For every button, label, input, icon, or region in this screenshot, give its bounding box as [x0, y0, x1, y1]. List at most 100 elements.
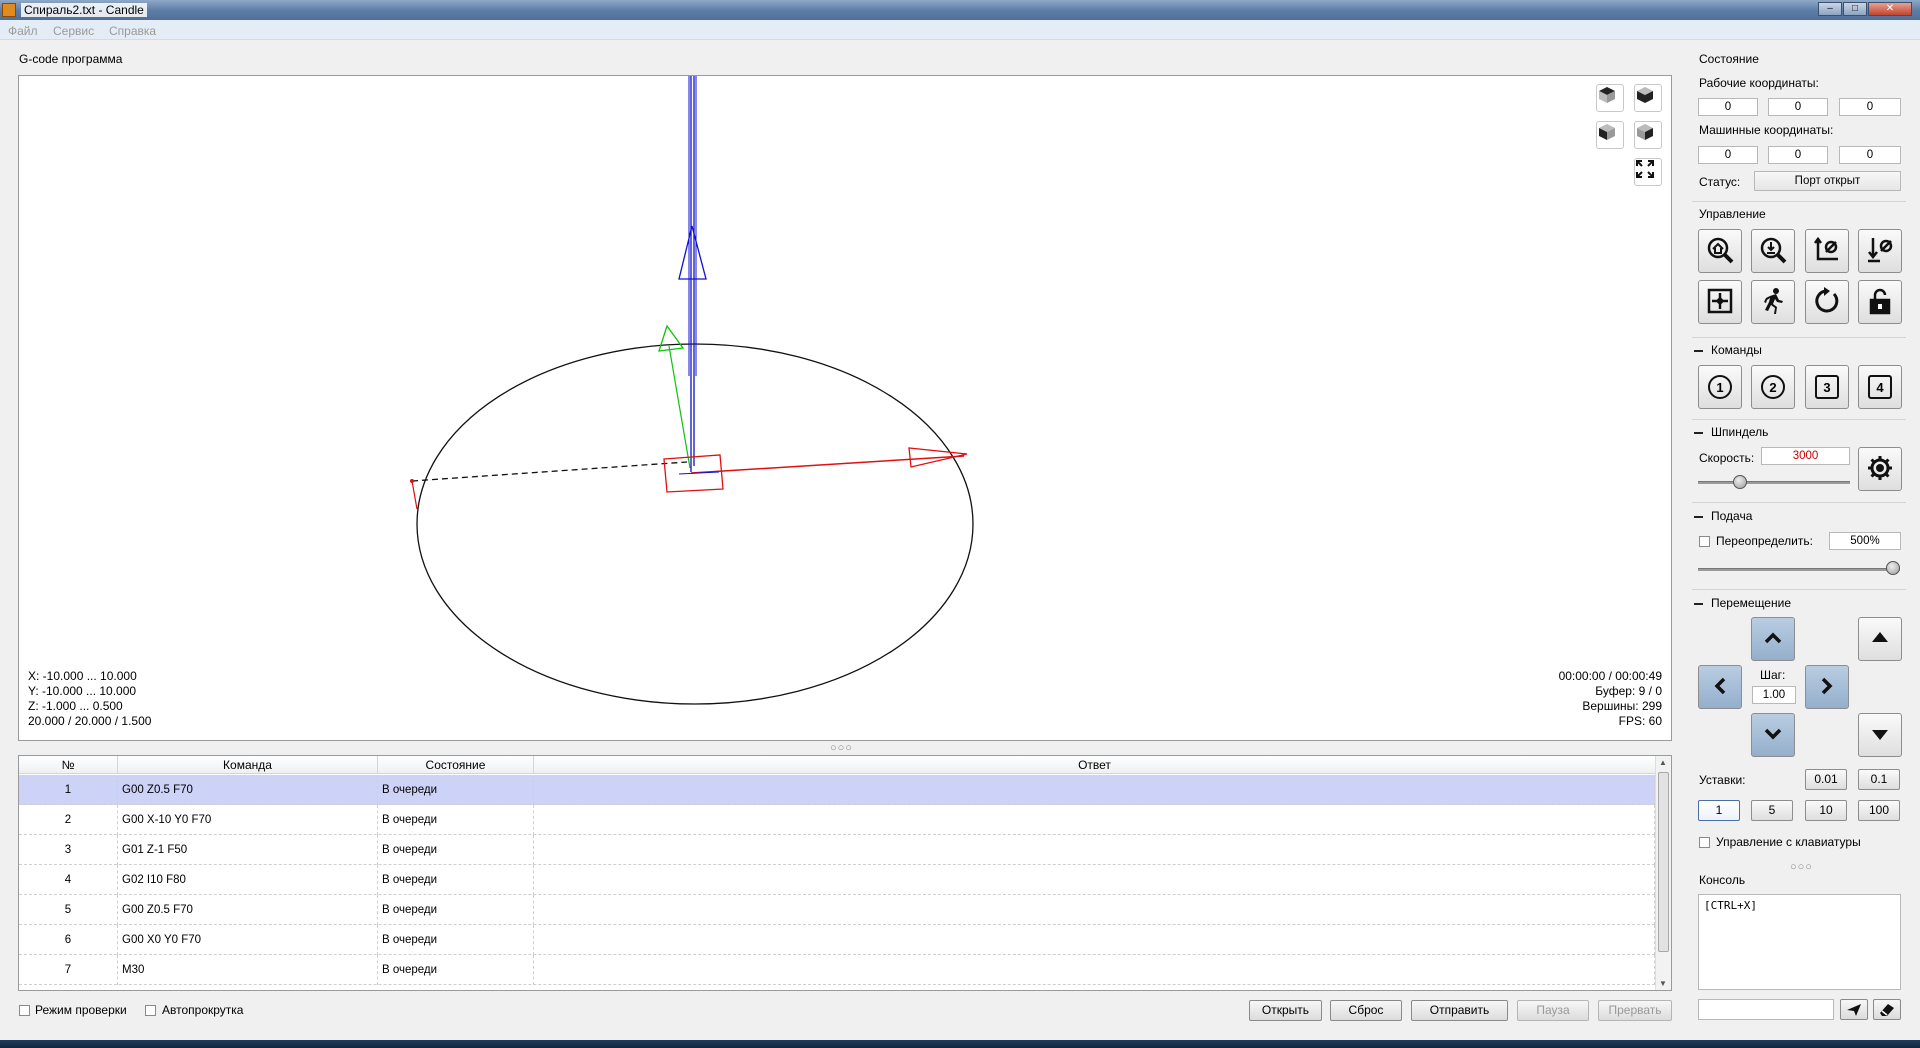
command-3-button[interactable]: 3	[1805, 365, 1849, 409]
taskbar	[0, 1040, 1920, 1048]
separator	[1692, 502, 1906, 503]
cell-command: G00 X0 Y0 F70	[118, 925, 378, 955]
keyboard-control-checkbox[interactable]	[1699, 837, 1710, 848]
scroll-up-icon[interactable]: ▲	[1659, 758, 1667, 767]
feed-slider-track[interactable]	[1698, 568, 1900, 571]
view-front-button[interactable]	[1634, 84, 1662, 112]
cell-response	[534, 925, 1655, 955]
view-iso-button[interactable]	[1634, 121, 1662, 149]
feed-slider-knob[interactable]	[1886, 561, 1900, 575]
reset-button[interactable]: Сброс	[1330, 1000, 1402, 1021]
chevron-down-icon	[1763, 724, 1783, 747]
restore-origin-button[interactable]	[1698, 280, 1742, 324]
table-row[interactable]: 4 G02 I10 F80 В очереди	[19, 865, 1655, 895]
zero-z-button[interactable]	[1858, 229, 1902, 273]
cell-num: 2	[19, 805, 118, 835]
bounds-z: Z: -1.000 ... 0.500	[28, 699, 123, 713]
scroll-thumb[interactable]	[1658, 772, 1669, 952]
abort-button[interactable]: Прервать	[1598, 1000, 1672, 1021]
command-2-button[interactable]: 2	[1751, 365, 1795, 409]
start-point	[410, 479, 414, 483]
cell-num: 5	[19, 895, 118, 925]
collapse-icon[interactable]	[1694, 603, 1703, 605]
console-output[interactable]: [CTRL+X]	[1698, 894, 1901, 990]
menu-service[interactable]: Сервис	[53, 24, 94, 38]
gcode-table[interactable]: № Команда Состояние Ответ 1 G00 Z0.5 F70 В…	[18, 755, 1672, 991]
feed-override-input[interactable]: 500%	[1829, 532, 1901, 550]
spindle-speed-input[interactable]: 3000	[1761, 447, 1850, 465]
preset-1-button[interactable]: 1	[1698, 800, 1740, 821]
jog-z-plus-button[interactable]	[1858, 617, 1902, 661]
table-row[interactable]: 5 G00 Z0.5 F70 В очереди	[19, 895, 1655, 925]
fit-view-button[interactable]	[1634, 158, 1662, 186]
autoscroll-checkbox[interactable]	[145, 1005, 156, 1016]
command-4-button[interactable]: 4	[1858, 365, 1902, 409]
check-mode-checkbox[interactable]	[19, 1005, 30, 1016]
table-row[interactable]: 1 G00 Z0.5 F70 В очереди	[19, 775, 1655, 805]
table-row[interactable]: 6 G00 X0 Y0 F70 В очереди	[19, 925, 1655, 955]
view-top-button[interactable]	[1596, 84, 1624, 112]
vertices-info: Вершины: 299	[1582, 699, 1662, 713]
spindle-slider-track[interactable]	[1698, 481, 1850, 484]
jog-z-minus-button[interactable]	[1858, 713, 1902, 757]
header-response[interactable]: Ответ	[534, 756, 1655, 774]
table-row[interactable]: 2 G00 X-10 Y0 F70 В очереди	[19, 805, 1655, 835]
spindle-toggle-button[interactable]	[1858, 447, 1902, 491]
home-button[interactable]	[1698, 229, 1742, 273]
scroll-down-icon[interactable]: ▼	[1659, 979, 1667, 988]
y-axis-arrow	[658, 324, 685, 352]
cell-command: G02 I10 F80	[118, 865, 378, 895]
collapse-icon[interactable]	[1694, 432, 1703, 434]
spindle-slider-knob[interactable]	[1732, 475, 1747, 489]
pause-button[interactable]: Пауза	[1517, 1000, 1589, 1021]
preset-0-01-button[interactable]: 0.01	[1805, 769, 1847, 790]
feed-override-label: Переопределить:	[1716, 534, 1813, 548]
preset-5-button[interactable]: 5	[1751, 800, 1793, 821]
console-clear-button[interactable]	[1873, 999, 1901, 1020]
header-state[interactable]: Состояние	[378, 756, 534, 774]
feed-override-checkbox[interactable]	[1699, 536, 1710, 547]
collapse-icon[interactable]	[1694, 516, 1703, 518]
open-button[interactable]: Открыть	[1249, 1000, 1322, 1021]
header-command[interactable]: Команда	[118, 756, 378, 774]
maximize-button[interactable]: □	[1843, 2, 1867, 16]
command-1-button[interactable]: 1	[1698, 365, 1742, 409]
gcode-3d-viewport[interactable]: X: -10.000 ... 10.000 Y: -10.000 ... 10.…	[18, 75, 1672, 741]
panel-splitter-handle[interactable]: ○○○	[1790, 861, 1813, 873]
preset-100-button[interactable]: 100	[1858, 800, 1900, 821]
spindle-title: Шпиндель	[1711, 425, 1769, 439]
jog-x-plus-button[interactable]	[1805, 665, 1849, 709]
probe-z-button[interactable]	[1751, 229, 1795, 273]
preset-10-button[interactable]: 10	[1805, 800, 1847, 821]
unlock-button[interactable]	[1858, 280, 1902, 324]
splitter-handle[interactable]: ○○○	[830, 742, 853, 754]
collapse-icon[interactable]	[1694, 350, 1703, 352]
console-input[interactable]	[1698, 999, 1834, 1020]
cell-num: 3	[19, 835, 118, 865]
table-row[interactable]: 7 M30 В очереди	[19, 955, 1655, 985]
cell-response	[534, 955, 1655, 985]
close-button[interactable]: ✕	[1868, 2, 1912, 16]
jog-y-minus-button[interactable]	[1751, 713, 1795, 757]
menu-help[interactable]: Справка	[109, 24, 156, 38]
minimize-button[interactable]: ‒	[1818, 2, 1842, 16]
view-left-button[interactable]	[1596, 121, 1624, 149]
table-row[interactable]: 3 G01 Z-1 F50 В очереди	[19, 835, 1655, 865]
safe-position-button[interactable]	[1751, 280, 1795, 324]
step-input[interactable]: 1.00	[1752, 686, 1796, 704]
preset-0-1-button[interactable]: 0.1	[1858, 769, 1900, 790]
machine-coord-z: 0	[1839, 146, 1901, 164]
spindle-gear-icon	[1865, 453, 1895, 486]
separator	[1692, 419, 1906, 420]
jog-x-minus-button[interactable]	[1698, 665, 1742, 709]
console-send-button[interactable]	[1840, 999, 1868, 1020]
cell-state: В очереди	[378, 865, 534, 895]
cell-state: В очереди	[378, 775, 534, 805]
zero-xy-button[interactable]	[1805, 229, 1849, 273]
header-num[interactable]: №	[19, 756, 118, 774]
jog-y-plus-button[interactable]	[1751, 617, 1795, 661]
table-scrollbar[interactable]: ▲ ▼	[1655, 756, 1671, 990]
menu-file[interactable]: Файл	[8, 24, 38, 38]
send-button[interactable]: Отправить	[1411, 1000, 1508, 1021]
reset-controller-button[interactable]	[1805, 280, 1849, 324]
